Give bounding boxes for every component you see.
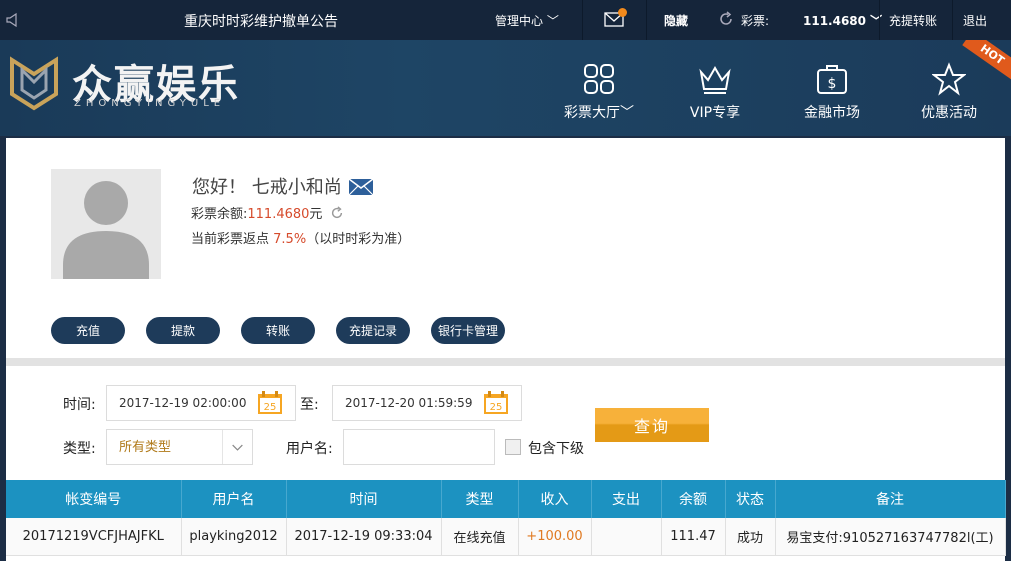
- nav-label: 优惠活动: [921, 105, 977, 121]
- income-cell: +100.00: [518, 518, 592, 556]
- balance-cell: 111.47: [661, 518, 726, 556]
- logo-icon[interactable]: [8, 54, 60, 112]
- transaction-records-button[interactable]: 充提记录: [336, 317, 410, 344]
- type-cell: 在线充值: [441, 518, 519, 556]
- section-divider: [6, 358, 1005, 366]
- money-bag-icon: $: [817, 65, 847, 94]
- column-header[interactable]: 支出: [591, 480, 662, 518]
- chevron-down-icon[interactable]: [222, 430, 252, 464]
- transfer-link[interactable]: 充提转账: [889, 12, 937, 29]
- divider: [952, 0, 953, 40]
- divider: [879, 0, 880, 40]
- deposit-button[interactable]: 充值: [51, 317, 125, 344]
- expense-cell: [591, 518, 662, 556]
- announcement-link[interactable]: 重庆时时彩维护撤单公告: [184, 11, 338, 31]
- top-bar: 重庆时时彩维护撤单公告 管理中心 ﹀ 隐藏 彩票: 111.4680 ﹀ 充提转…: [0, 0, 1011, 40]
- star-icon: [932, 62, 966, 96]
- lottery-balance-dropdown[interactable]: 111.4680 ﹀: [803, 12, 882, 29]
- svg-text:$: $: [828, 76, 837, 92]
- table-row[interactable]: 20171219VCFJHAJFKL playking2012 2017-12-…: [6, 518, 1006, 556]
- hide-balance-button[interactable]: 隐藏: [664, 12, 688, 29]
- column-header[interactable]: 备注: [775, 480, 1006, 518]
- type-label: 类型:: [63, 441, 96, 457]
- bank-card-button[interactable]: 银行卡管理: [431, 317, 505, 344]
- lottery-balance: 彩票余额:111.4680元: [191, 203, 344, 222]
- rebate-info: 当前彩票返点 7.5%（以时时彩为准）: [191, 228, 410, 247]
- nav-vip[interactable]: VIP专享: [670, 62, 760, 122]
- start-time-value: 2017-12-19 02:00:00: [119, 396, 247, 410]
- username-label: 用户名:: [286, 441, 333, 457]
- nav-finance[interactable]: $ 金融市场: [787, 62, 877, 122]
- start-time-field[interactable]: 2017-12-19 02:00:00 25: [106, 385, 296, 421]
- refresh-icon[interactable]: [718, 11, 734, 27]
- username-cell: playking2012: [181, 518, 287, 556]
- calendar-day: 25: [264, 402, 277, 413]
- column-header[interactable]: 帐变编号: [6, 480, 182, 518]
- type-select-value: 所有类型: [119, 440, 172, 455]
- account-panel: 您好！ 七戒小和尚 彩票余额:111.4680元 当前彩票返点 7.5%（以时时…: [6, 138, 1006, 561]
- divider: [646, 0, 647, 40]
- calendar-day: 25: [490, 402, 503, 413]
- remark-cell: 易宝支付:910527163747782l(工): [775, 518, 1006, 556]
- include-subordinates-label: 包含下级: [528, 441, 584, 457]
- envelope-icon[interactable]: [348, 178, 374, 196]
- transactions-table: 帐变编号 用户名 时间 类型 收入 支出 余额 状态 备注 20171219VC…: [6, 480, 1006, 556]
- column-header[interactable]: 时间: [286, 480, 442, 518]
- rebate-note: （以时时彩为准）: [306, 232, 411, 247]
- balance-value: 111.4680: [247, 207, 310, 222]
- rebate-label: 当前彩票返点: [191, 232, 270, 247]
- logout-link[interactable]: 退出: [963, 12, 987, 29]
- end-time-value: 2017-12-20 01:59:59: [345, 396, 473, 410]
- speaker-icon: [6, 12, 17, 28]
- table-header-row: 帐变编号 用户名 时间 类型 收入 支出 余额 状态 备注: [6, 480, 1006, 518]
- balance-label: 彩票余额:: [191, 207, 248, 222]
- nav-promotions[interactable]: 优惠活动: [904, 62, 994, 122]
- transfer-button[interactable]: 转账: [241, 317, 315, 344]
- include-subordinates-checkbox[interactable]: [505, 439, 521, 455]
- nav-lottery-hall[interactable]: 彩票大厅﹀: [554, 62, 644, 122]
- query-button[interactable]: 查询: [595, 408, 709, 442]
- divider: [582, 0, 583, 40]
- management-center-menu[interactable]: 管理中心 ﹀: [495, 12, 559, 29]
- main-header: 众赢娱乐 ZHONGYINGYULE 彩票大厅﹀ VIP专享 $ 金融市场 优惠…: [0, 40, 1011, 136]
- balance-unit: 元: [309, 207, 323, 222]
- end-time-field[interactable]: 2017-12-20 01:59:59 25: [332, 385, 522, 421]
- unread-dot: [618, 8, 627, 17]
- transaction-id-cell: 20171219VCFJHAJFKL: [6, 518, 182, 556]
- calendar-icon[interactable]: 25: [483, 391, 509, 415]
- time-cell: 2017-12-19 09:33:04: [286, 518, 442, 556]
- username-input[interactable]: [343, 429, 495, 465]
- to-label: 至:: [300, 397, 319, 413]
- column-header[interactable]: 状态: [725, 480, 776, 518]
- nav-label: 彩票大厅﹀: [564, 105, 634, 121]
- column-header[interactable]: 余额: [661, 480, 726, 518]
- avatar: [51, 169, 161, 279]
- brand-subtitle: ZHONGYINGYULE: [74, 98, 226, 109]
- type-select[interactable]: 所有类型: [106, 429, 253, 465]
- time-label: 时间:: [63, 397, 96, 413]
- lottery-label: 彩票:: [741, 14, 770, 28]
- withdraw-button[interactable]: 提款: [146, 317, 220, 344]
- rebate-value: 7.5%: [273, 232, 307, 247]
- status-cell: 成功: [725, 518, 776, 556]
- column-header[interactable]: 类型: [441, 480, 519, 518]
- crown-icon: [699, 66, 731, 94]
- user-silhouette-icon: [63, 181, 149, 279]
- grid-icon: [584, 64, 614, 94]
- refresh-icon[interactable]: [330, 206, 344, 220]
- column-header[interactable]: 用户名: [181, 480, 287, 518]
- nav-label: VIP专享: [689, 105, 741, 121]
- nav-label: 金融市场: [804, 105, 860, 121]
- column-header[interactable]: 收入: [518, 480, 592, 518]
- greeting: 您好！ 七戒小和尚: [192, 173, 374, 199]
- greeting-text: 您好！ 七戒小和尚: [192, 177, 342, 198]
- calendar-icon[interactable]: 25: [257, 391, 283, 415]
